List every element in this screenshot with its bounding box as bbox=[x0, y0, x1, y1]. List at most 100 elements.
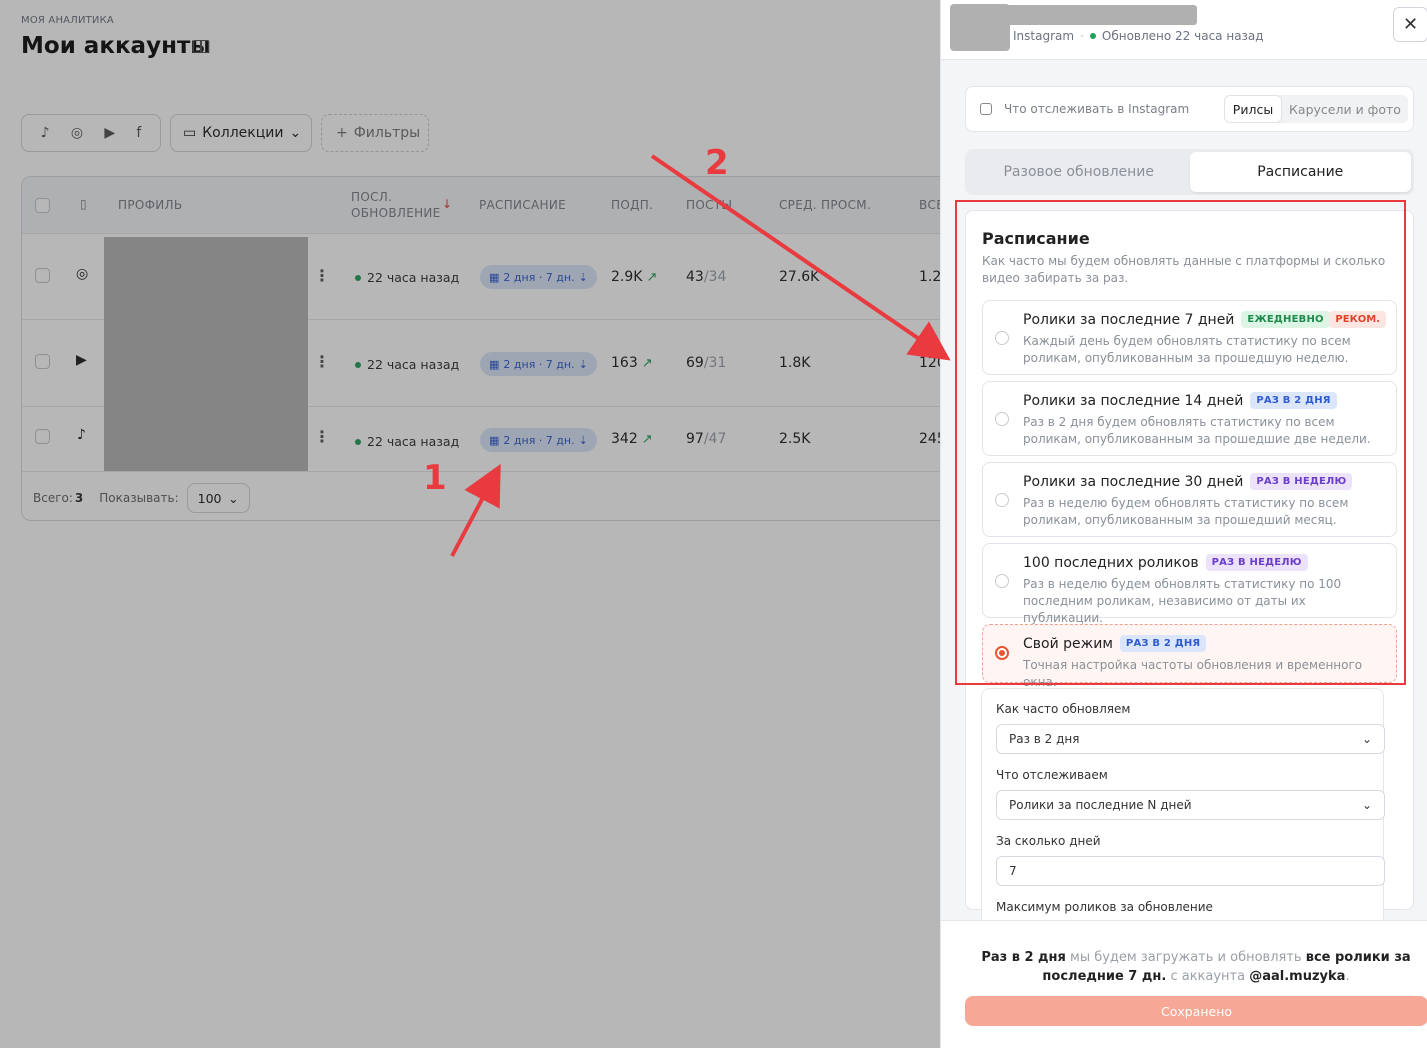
schedule-chip[interactable]: ▦ 2 дня · 7 дн. ⇣ bbox=[480, 352, 597, 376]
tab-carousels[interactable]: Карусели и фото bbox=[1282, 95, 1408, 123]
total-value: 1.2 bbox=[919, 269, 942, 285]
calendar-icon: ▦ bbox=[489, 270, 500, 284]
page-size-select[interactable]: 100 ⌄ bbox=[186, 483, 250, 513]
table-footer: Всего: 3 Показывать: 100 ⌄ bbox=[33, 483, 250, 513]
more-icon[interactable]: ⋮ bbox=[314, 427, 330, 446]
schedule-summary: Раз в 2 дня мы будем загружать и обновля… bbox=[981, 950, 1411, 984]
option-title: Ролики за последние 30 дней bbox=[1023, 473, 1244, 490]
col-avg-views[interactable]: СРЕД. ПРОСМ. bbox=[779, 198, 871, 212]
select-all-checkbox[interactable] bbox=[35, 198, 50, 213]
col-last-update-2[interactable]: ОБНОВЛЕНИЕ bbox=[351, 206, 441, 220]
days-input[interactable]: 7 bbox=[996, 856, 1385, 886]
save-button[interactable]: Сохранено bbox=[965, 996, 1427, 1026]
subs-value: 2.9K ↗ bbox=[611, 269, 658, 285]
option-30-days[interactable]: Ролики за последние 30 дней РАЗ В НЕДЕЛЮ … bbox=[982, 462, 1397, 537]
updated-label: Обновлено 22 часа назад bbox=[1101, 29, 1264, 43]
option-badge: РАЗ В НЕДЕЛЮ bbox=[1205, 554, 1308, 571]
radio[interactable] bbox=[995, 331, 1009, 345]
folder-icon: ▭ bbox=[183, 125, 197, 141]
collections-button[interactable]: ▭ Коллекции ⌄ bbox=[170, 114, 312, 152]
col-schedule[interactable]: РАСПИСАНИЕ bbox=[479, 198, 566, 212]
tab-one-time[interactable]: Разовое обновление bbox=[968, 152, 1190, 192]
plus-icon: + bbox=[336, 125, 348, 141]
pin-icon: ⇣ bbox=[578, 357, 588, 371]
panel-body[interactable]: Что отслеживать в Instagram Рилсы Карусе… bbox=[941, 60, 1427, 920]
track-selector: Что отслеживать в Instagram Рилсы Карусе… bbox=[965, 86, 1414, 132]
option-100-latest[interactable]: 100 последних роликов РАЗ В НЕДЕЛЮ Раз в … bbox=[982, 543, 1397, 625]
posts-value: 97/47 bbox=[686, 431, 727, 447]
option-desc: Раз в неделю будем обновлять статистику … bbox=[1023, 496, 1349, 527]
filters-button[interactable]: + Фильтры bbox=[321, 114, 429, 152]
col-profile[interactable]: ПРОФИЛЬ bbox=[118, 198, 182, 212]
main-page: МОЯ АНАЛИТИКА Мои аккаунты ♪ ◎ ▶ f ▭ Кол… bbox=[0, 0, 961, 1048]
radio[interactable] bbox=[995, 493, 1009, 507]
pin-icon: ⇣ bbox=[578, 433, 588, 447]
avg-views-value: 1.8K bbox=[779, 355, 811, 371]
row-checkbox[interactable] bbox=[35, 429, 50, 444]
option-desc: Каждый день будем обновлять статистику п… bbox=[1023, 334, 1351, 365]
avg-views-value: 2.5K bbox=[779, 431, 811, 447]
row-checkbox[interactable] bbox=[35, 268, 50, 283]
tab-reels[interactable]: Рилсы bbox=[1224, 95, 1282, 123]
toolbar: ♪ ◎ ▶ f ▭ Коллекции ⌄ + Фильтры bbox=[21, 114, 429, 152]
book-icon[interactable] bbox=[193, 40, 209, 53]
close-icon: ✕ bbox=[1402, 14, 1419, 35]
radio[interactable] bbox=[995, 412, 1009, 426]
youtube-icon[interactable]: ▶ bbox=[104, 125, 115, 141]
tiktok-icon: ♪ bbox=[77, 427, 86, 443]
chevron-down-icon: ⌄ bbox=[1361, 732, 1372, 746]
radio-selected[interactable] bbox=[995, 646, 1009, 660]
option-custom[interactable]: Свой режим РАЗ В 2 ДНЯ Точная настройка ч… bbox=[982, 624, 1397, 689]
calendar-icon: ▦ bbox=[489, 357, 500, 371]
facebook-icon[interactable]: f bbox=[136, 125, 141, 141]
sort-down-icon[interactable]: ↓ bbox=[442, 197, 452, 211]
option-title: 100 последних роликов bbox=[1023, 554, 1199, 571]
col-posts[interactable]: ПОСТЫ bbox=[686, 198, 732, 212]
collections-label: Коллекции bbox=[202, 125, 284, 141]
option-badge: РАЗ В НЕДЕЛЮ bbox=[1250, 473, 1353, 490]
freq-select[interactable]: Раз в 2 дня ⌄ bbox=[996, 724, 1385, 754]
chevron-down-icon: ⌄ bbox=[289, 125, 302, 141]
recommended-badge: РЕКОМ. bbox=[1329, 311, 1386, 328]
panel-footer: Раз в 2 дня мы будем загружать и обновля… bbox=[941, 920, 1427, 1048]
option-desc: Раз в 2 дня будем обновлять статистику п… bbox=[1023, 415, 1371, 446]
chevron-down-icon: ⌄ bbox=[228, 490, 239, 506]
option-7-days[interactable]: Ролики за последние 7 дней ЕЖЕДНЕВНО РЕКО… bbox=[982, 300, 1397, 375]
option-14-days[interactable]: Ролики за последние 14 дней РАЗ В 2 ДНЯ Р… bbox=[982, 381, 1397, 456]
posts-value: 43/34 bbox=[686, 269, 727, 285]
schedule-title: Расписание bbox=[982, 229, 1090, 248]
schedule-chip[interactable]: ▦ 2 дня · 7 дн. ⇣ bbox=[480, 428, 597, 452]
platform-filter: ♪ ◎ ▶ f bbox=[21, 114, 161, 152]
max-label: Максимум роликов за обновление bbox=[996, 900, 1213, 914]
what-select[interactable]: Ролики за последние N дней ⌄ bbox=[996, 790, 1385, 820]
instagram-icon bbox=[980, 103, 992, 115]
schedule-chip[interactable]: ▦ 2 дня · 7 дн. ⇣ bbox=[480, 265, 597, 289]
subs-value: 163 ↗ bbox=[611, 355, 653, 371]
panel-header: Instagram · Обновлено 22 часа назад ✕ bbox=[941, 0, 1427, 60]
panel-subtitle: Instagram · Обновлено 22 часа назад bbox=[1013, 29, 1264, 43]
subs-value: 342 ↗ bbox=[611, 431, 653, 447]
total-label: Всего: bbox=[33, 491, 73, 505]
accounts-table: ▯ ПРОФИЛЬ ПОСЛ. ОБНОВЛЕНИЕ ↓ РАСПИСАНИЕ … bbox=[21, 176, 961, 521]
freq-label: Как часто обновляем bbox=[996, 702, 1131, 716]
option-desc: Раз в неделю будем обновлять статистику … bbox=[1023, 577, 1342, 625]
option-desc: Точная настройка частоты обновления и вр… bbox=[1023, 658, 1363, 689]
close-button[interactable]: ✕ bbox=[1393, 7, 1427, 42]
instagram-icon[interactable]: ◎ bbox=[71, 125, 83, 141]
radio[interactable] bbox=[995, 574, 1009, 588]
track-tabs: Рилсы Карусели и фото bbox=[1224, 95, 1408, 123]
tab-schedule[interactable]: Расписание bbox=[1189, 152, 1411, 192]
pin-icon: ⇣ bbox=[578, 270, 588, 284]
row-checkbox[interactable] bbox=[35, 354, 50, 369]
option-title: Ролики за последние 14 дней bbox=[1023, 392, 1244, 409]
more-icon[interactable]: ⋮ bbox=[314, 266, 330, 285]
tiktok-icon[interactable]: ♪ bbox=[41, 125, 50, 141]
option-title: Ролики за последние 7 дней bbox=[1023, 311, 1235, 328]
breadcrumb: МОЯ АНАЛИТИКА bbox=[21, 15, 114, 26]
phone-icon: ▯ bbox=[80, 197, 87, 211]
col-subs[interactable]: ПОДП. bbox=[611, 198, 653, 212]
option-badge: ЕЖЕДНЕВНО bbox=[1241, 311, 1330, 328]
more-icon[interactable]: ⋮ bbox=[314, 352, 330, 371]
days-label: За сколько дней bbox=[996, 834, 1101, 848]
col-last-update-1[interactable]: ПОСЛ. bbox=[351, 190, 392, 204]
